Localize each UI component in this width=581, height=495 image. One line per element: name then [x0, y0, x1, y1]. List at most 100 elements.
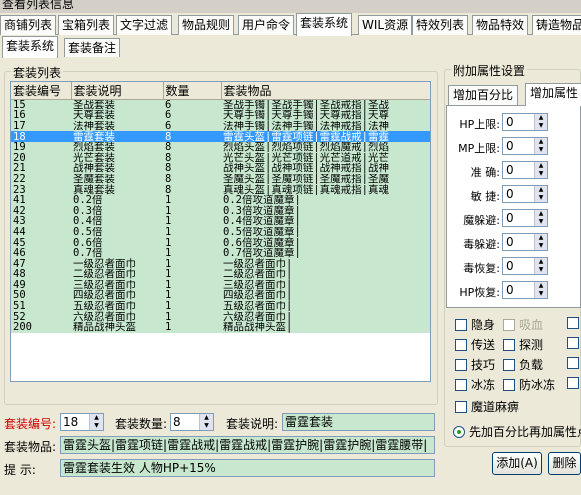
cell-count: 6 [163, 120, 221, 132]
spinner-arrows-icon[interactable]: ▲ ▼ [199, 414, 213, 430]
accuracy-label: 准 确: [470, 166, 500, 179]
set-items-input[interactable]: 雷霆头盔|雷霆项链|雷霆战戒|雷霆战戒|雷霆护腕|雷霆护腕|雷霆腰带| [60, 436, 435, 454]
hp-max-spinner[interactable]: 0 ▲ ▼ [502, 113, 548, 131]
table-row[interactable]: 19 烈焰套装 8 烈焰头盔|烈焰项链|烈焰魔戒|烈焰 [11, 141, 430, 153]
table-row[interactable]: 52 六级忍者面巾 1 六级忍者面巾| [11, 311, 430, 322]
tab-treasure-box-list[interactable]: 宝箱列表 [58, 15, 115, 35]
cell-set-items: 二级忍者面巾| [221, 269, 430, 280]
table-row[interactable]: 22 圣魔套装 8 圣魔头盔|圣魔项链|圣魔戒指|圣魔 [11, 173, 430, 185]
hint-input[interactable]: 雷霆套装生效 人物HP+15% [60, 459, 435, 477]
checkbox-extra-4[interactable] [567, 376, 581, 390]
cell-set-desc: 五级忍者面巾 [71, 300, 163, 312]
checkbox-extra-2[interactable] [567, 336, 581, 350]
tab-add-attribute[interactable]: 增加属性 [525, 83, 581, 106]
tab-set-notes[interactable]: 套装备注 [64, 38, 121, 57]
table-row[interactable]: 49 三级忍者面巾 1 三级忍者面巾| [11, 279, 430, 291]
column-header-count[interactable]: 数量 [163, 82, 222, 100]
checkbox-freeze[interactable]: 冰冻 [455, 376, 495, 393]
mp-max-value: 0 [506, 139, 514, 153]
spinner-arrows-icon[interactable]: ▲ ▼ [534, 210, 547, 226]
table-row[interactable]: 43 0.4倍 1 0.4倍攻道魔章| [11, 216, 430, 227]
delete-button[interactable]: 删除 [548, 452, 581, 475]
spinner-arrows-icon[interactable]: ▲ ▼ [534, 138, 547, 154]
spinner-arrows-icon[interactable]: ▲ ▼ [89, 414, 103, 430]
table-row[interactable]: 51 五级忍者面巾 1 五级忍者面巾| [11, 300, 430, 312]
mp-max-spinner[interactable]: 0 ▲ ▼ [502, 137, 548, 155]
tab-user-commands[interactable]: 用户命令 [238, 15, 295, 35]
checkbox-anti-freeze[interactable]: 防冰冻 [503, 376, 555, 393]
set-count-spinner[interactable]: 8 ▲ ▼ [170, 413, 214, 431]
table-row[interactable]: 17 法神套装 6 法神手镯|法神手镯|法神戒指|法神 [11, 120, 430, 132]
agility-spinner[interactable]: 0 ▲ ▼ [502, 185, 548, 203]
column-header-set-desc[interactable]: 套装说明 [71, 82, 164, 100]
cell-set-desc: 二级忍者面巾 [71, 269, 163, 280]
checkbox-extra-3[interactable] [567, 356, 581, 370]
checkbox-stealth[interactable]: 隐身 [455, 316, 495, 333]
tab-word-filter[interactable]: 文字过滤 [116, 15, 173, 35]
checkbox-load[interactable]: 负载 [503, 356, 543, 373]
tab-forge-items[interactable]: 铸造物品 [532, 15, 581, 35]
table-row[interactable]: 23 真魂套装 8 真魂头盔|真魂项链|真魂戒指|真魂 [11, 184, 430, 195]
checkbox-icon [455, 359, 467, 371]
cell-set-id: 51 [11, 300, 71, 312]
cell-set-desc: 六级忍者面巾 [71, 311, 163, 322]
table-row[interactable]: 18 雷霆套装 8 雷霆头盔|雷霆项链|雷霆战戒|雷霆 [11, 131, 430, 142]
checkbox-icon [503, 339, 515, 351]
table-row[interactable]: 41 0.2倍 1 0.2倍攻道魔章| [11, 194, 430, 206]
tab-effect-list[interactable]: 特效列表 [412, 15, 469, 35]
accuracy-spinner[interactable]: 0 ▲ ▼ [502, 161, 548, 179]
table-row[interactable]: 16 天尊套装 6 天尊手镯|天尊手镯|天尊戒指|天尊 [11, 110, 430, 121]
spinner-arrows-icon[interactable]: ▲ ▼ [534, 258, 547, 274]
set-list-grid[interactable]: 套装编号 套装说明 数量 套装物品 15 圣战套装 6 圣战手镯|圣战手镯|圣战戒指|… [10, 81, 431, 382]
tab-set-system[interactable]: 套装系统 [296, 13, 353, 36]
spinner-arrows-icon[interactable]: ▲ ▼ [534, 234, 547, 250]
column-header-set-items[interactable]: 套装物品 [221, 82, 430, 100]
cell-count: 6 [163, 99, 221, 111]
table-row[interactable]: 42 0.3倍 1 0.3倍攻道魔章| [11, 205, 430, 217]
tab-wil-resources[interactable]: WIL资源 [358, 15, 413, 35]
tab-item-rules[interactable]: 物品规则 [178, 15, 235, 35]
spinner-arrows-icon[interactable]: ▲ ▼ [534, 114, 547, 130]
table-header-row: 套装编号 套装说明 数量 套装物品 [11, 82, 430, 100]
spinner-arrows-icon[interactable]: ▲ ▼ [534, 186, 547, 202]
table-row[interactable]: 15 圣战套装 6 圣战手镯|圣战手镯|圣战戒指|圣战 [11, 99, 430, 111]
table-row[interactable]: 46 0.7倍 1 0.7倍攻道魔章| [11, 247, 430, 259]
set-desc-input[interactable]: 雷霆套装 [282, 413, 435, 431]
table-row[interactable]: 21 战神套装 8 战神头盔|战神项链|战神戒指|战神 [11, 163, 430, 174]
cell-set-id: 41 [11, 194, 71, 206]
table-row[interactable]: 20 光芒套装 8 光芒头盔|光芒项链|光芒道戒|光芒 [11, 152, 430, 164]
checkbox-magic-paralysis[interactable]: 魔道麻痹 [455, 398, 519, 415]
hp-recovery-spinner[interactable]: 0 ▲ ▼ [502, 281, 548, 299]
table-row[interactable]: 47 一级忍者面巾 1 一级忍者面巾| [11, 258, 430, 269]
table-row[interactable]: 200 精品战神头盔 1 精品战神头盔| [11, 321, 430, 333]
tab-set-system-sub[interactable]: 套装系统 [2, 36, 59, 58]
table-row[interactable]: 50 四级忍者面巾 1 四级忍者面巾| [11, 290, 430, 301]
checkbox-detect[interactable]: 探测 [503, 336, 543, 353]
magic-evade-spinner[interactable]: 0 ▲ ▼ [502, 209, 548, 227]
table-row[interactable]: 48 二级忍者面巾 1 二级忍者面巾| [11, 269, 430, 280]
checkbox-teleport[interactable]: 传送 [455, 336, 495, 353]
tab-item-effects[interactable]: 物品特效 [472, 15, 529, 35]
spinner-arrows-icon[interactable]: ▲ ▼ [534, 282, 547, 298]
poison-recovery-label: 毒恢复: [463, 262, 500, 275]
spinner-arrows-icon[interactable]: ▲ ▼ [534, 162, 547, 178]
tab-shop-list[interactable]: 商铺列表 [0, 15, 57, 35]
set-id-spinner[interactable]: 18 ▲ ▼ [60, 413, 104, 431]
checkbox-extra-1[interactable] [567, 316, 581, 330]
checkbox-skill[interactable]: 技巧 [455, 356, 495, 373]
cell-set-items: 六级忍者面巾| [221, 311, 430, 322]
cell-set-id: 200 [11, 321, 71, 333]
table-row[interactable]: 45 0.6倍 1 0.6倍攻道魔章| [11, 237, 430, 248]
radio-percent-first[interactable]: 先加百分比再加属性点 [453, 423, 581, 440]
poison-recovery-spinner[interactable]: 0 ▲ ▼ [502, 257, 548, 275]
hp-max-value: 0 [506, 115, 514, 129]
checkbox-stealth-label: 隐身 [471, 318, 496, 332]
tab-add-percent[interactable]: 增加百分比 [448, 85, 519, 105]
add-button[interactable]: 添加(A) [492, 452, 542, 475]
cell-set-id: 20 [11, 152, 71, 164]
poison-evade-spinner[interactable]: 0 ▲ ▼ [502, 233, 548, 251]
cell-set-desc: 一级忍者面巾 [71, 258, 163, 269]
column-header-set-id[interactable]: 套装编号 [11, 82, 72, 100]
table-row[interactable]: 44 0.5倍 1 0.5倍攻道魔章| [11, 226, 430, 238]
cell-set-items: 0.6倍攻道魔章| [221, 237, 430, 248]
